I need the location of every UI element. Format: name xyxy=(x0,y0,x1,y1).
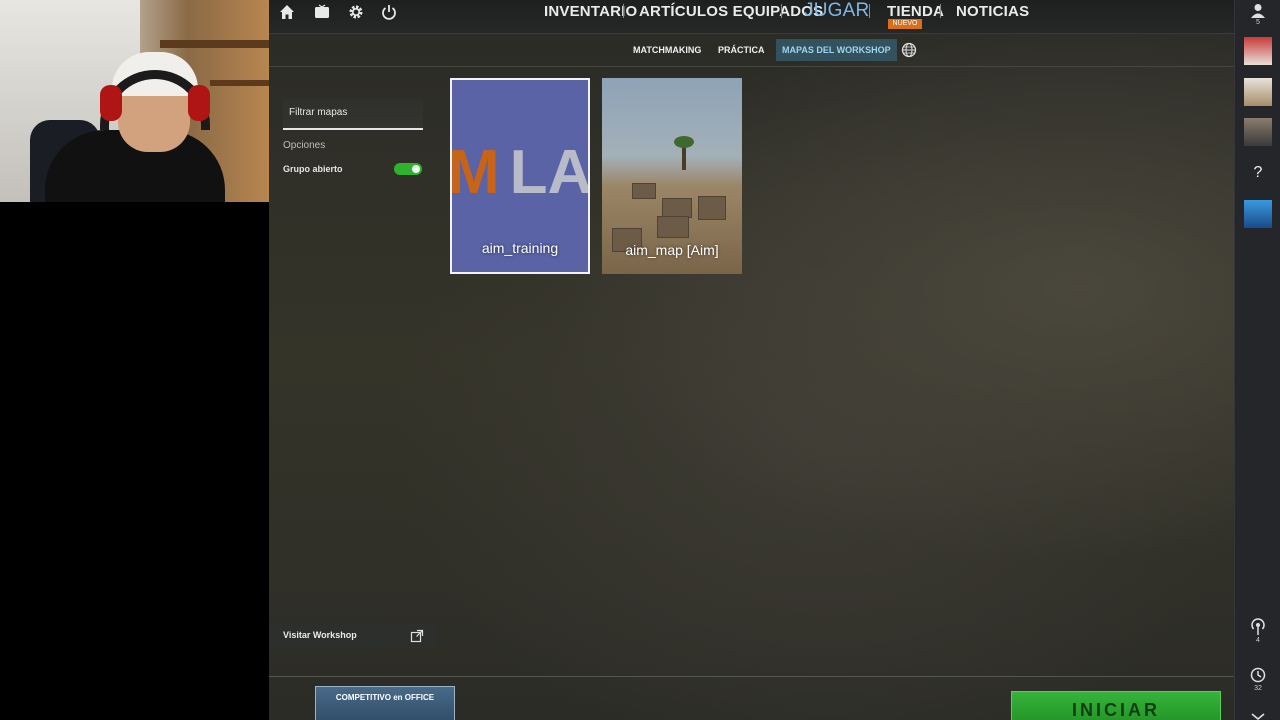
crate xyxy=(632,183,656,199)
crate xyxy=(662,198,692,218)
webcam-overlay xyxy=(0,0,269,202)
toggle-knob xyxy=(412,165,420,173)
external-link-icon xyxy=(410,629,424,643)
store-new-badge: NUEVO xyxy=(888,19,922,29)
gear-icon[interactable] xyxy=(345,2,367,22)
nav-news[interactable]: NOTICIAS xyxy=(956,0,1029,24)
nav-divider xyxy=(781,4,782,18)
promo-title: COMPETITIVO en OFFICE xyxy=(335,693,435,702)
nav-divider xyxy=(940,4,941,18)
start-button[interactable]: INICIAR xyxy=(1011,691,1221,720)
options-heading: Opciones xyxy=(283,140,326,151)
friends-sidebar: 5 ? 4 32 xyxy=(1234,0,1280,720)
tab-practice[interactable]: PRÁCTICA xyxy=(712,39,771,61)
signal-count: 4 xyxy=(1256,637,1260,644)
chevron-down-icon[interactable] xyxy=(1249,704,1267,720)
map-card-aim-map[interactable]: aim_map [Aim] xyxy=(602,78,742,274)
open-group-toggle[interactable] xyxy=(394,163,422,175)
history-icon[interactable] xyxy=(1249,666,1267,684)
help-icon[interactable]: ? xyxy=(1235,164,1280,182)
map-art-letter-m: M xyxy=(452,142,500,204)
avatar[interactable] xyxy=(1244,78,1272,106)
avatar[interactable] xyxy=(1244,118,1272,146)
start-button-label: INICIAR xyxy=(1072,700,1160,720)
avatar[interactable] xyxy=(1244,37,1272,65)
history-count: 32 xyxy=(1254,685,1262,692)
nav-play[interactable]: JUGAR xyxy=(804,0,869,23)
open-group-label: Grupo abierto xyxy=(283,164,343,174)
visit-workshop-label: Visitar Workshop xyxy=(283,630,357,640)
tab-workshop-maps[interactable]: MAPAS DEL WORKSHOP xyxy=(776,39,897,61)
nav-equipped[interactable]: ARTÍCULOS EQUIPADOS xyxy=(639,0,823,24)
game-window: INVENTARIO ARTÍCULOS EQUIPADOS JUGAR TIE… xyxy=(269,0,1280,720)
globe-icon[interactable] xyxy=(901,42,917,58)
visit-workshop-button[interactable]: Visitar Workshop xyxy=(269,624,438,648)
avatar[interactable] xyxy=(1244,200,1272,228)
nav-divider xyxy=(623,4,624,18)
top-nav-bar: INVENTARIO ARTÍCULOS EQUIPADOS JUGAR TIE… xyxy=(269,0,1280,34)
play-sub-nav: MATCHMAKING PRÁCTICA MAPAS DEL WORKSHOP xyxy=(269,34,1234,67)
bottom-divider xyxy=(269,676,1234,677)
webcam-headset-ear-right xyxy=(188,85,210,121)
map-card-label: aim_training xyxy=(481,240,559,256)
friends-count: 5 xyxy=(1256,19,1260,26)
map-card-art: M LA xyxy=(452,142,588,204)
user-icon[interactable] xyxy=(1249,2,1267,20)
webcam-shelf xyxy=(160,40,269,48)
tab-matchmaking[interactable]: MATCHMAKING xyxy=(627,39,707,61)
webcam-headset-ear-left xyxy=(100,85,122,121)
map-card-aim-training[interactable]: M LA aim_training xyxy=(450,78,590,274)
signal-icon[interactable] xyxy=(1249,618,1267,636)
palm-tree-leaves xyxy=(674,136,694,148)
crate xyxy=(657,216,689,238)
tv-icon[interactable] xyxy=(311,2,333,22)
webcam-shelf-lower xyxy=(210,80,269,86)
nav-divider xyxy=(869,4,870,18)
crate xyxy=(698,196,726,220)
promo-banner[interactable]: COMPETITIVO en OFFICE xyxy=(315,686,455,720)
filter-maps-input[interactable]: Filtrar mapas xyxy=(283,98,423,130)
power-icon[interactable] xyxy=(378,2,400,22)
home-icon[interactable] xyxy=(276,2,298,22)
map-art-letters-la: LA xyxy=(509,142,588,204)
map-card-label: aim_map [Aim] xyxy=(625,242,719,258)
